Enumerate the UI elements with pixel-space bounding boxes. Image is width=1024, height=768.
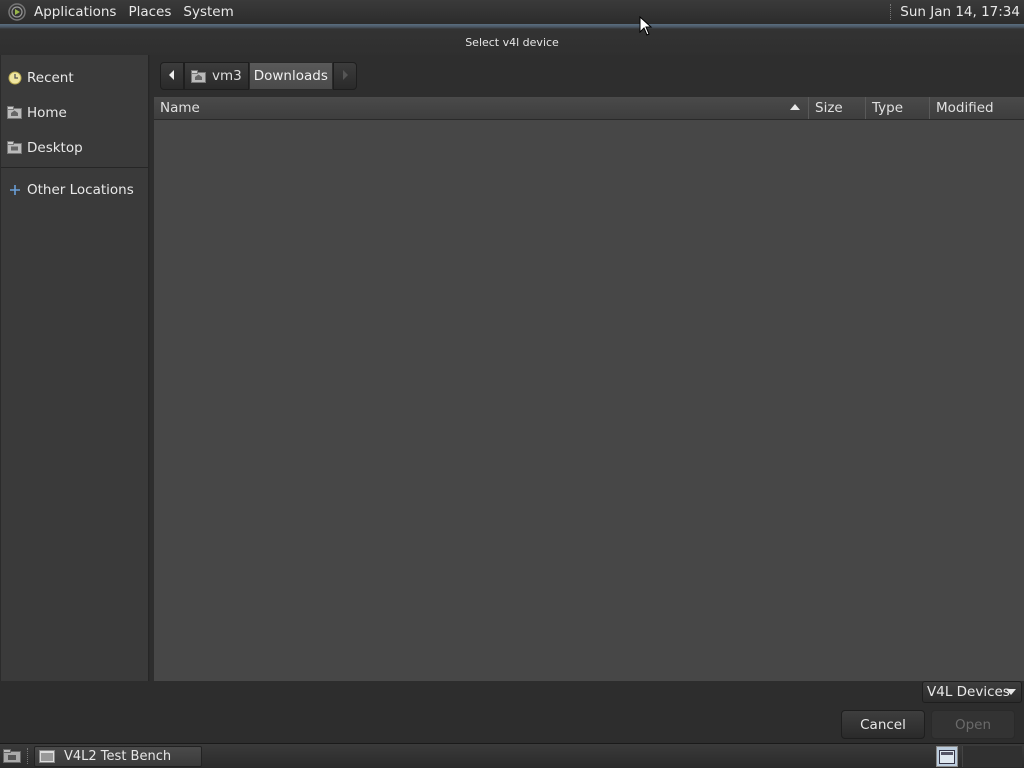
window-titlebar[interactable]: Select v4l device bbox=[0, 24, 1024, 55]
file-filter-label: V4L Devices bbox=[927, 684, 1010, 700]
path-forward-button[interactable] bbox=[332, 62, 357, 90]
chevron-left-icon bbox=[168, 68, 176, 84]
panel-separator bbox=[890, 4, 892, 20]
taskbar-separator bbox=[27, 748, 29, 764]
menu-system[interactable]: System bbox=[183, 4, 233, 20]
sidebar-item-desktop[interactable]: Desktop bbox=[1, 130, 148, 165]
top-panel: Applications Places System Sun Jan 14, 1… bbox=[0, 0, 1024, 24]
distro-logo-icon[interactable] bbox=[6, 1, 28, 23]
column-header-label: Modified bbox=[936, 100, 994, 116]
cancel-button[interactable]: Cancel bbox=[841, 710, 925, 739]
menu-places[interactable]: Places bbox=[128, 4, 171, 20]
bottom-taskbar: V4L2 Test Bench bbox=[0, 743, 1024, 768]
workspace-1-button[interactable] bbox=[936, 746, 958, 767]
path-home-label: vm3 bbox=[212, 68, 242, 84]
column-header-modified[interactable]: Modified bbox=[930, 97, 1024, 119]
path-current-button[interactable]: Downloads bbox=[248, 62, 333, 90]
sort-ascending-icon bbox=[790, 104, 800, 110]
window-title: Select v4l device bbox=[465, 36, 559, 49]
show-desktop-icon[interactable] bbox=[2, 747, 22, 765]
open-button-label: Open bbox=[954, 716, 992, 733]
file-chooser-main: vm3 Downloads Name Size Type Modified bbox=[150, 55, 1024, 681]
plus-icon bbox=[7, 182, 22, 197]
taskbar-window-label: V4L2 Test Bench bbox=[64, 749, 172, 764]
sidebar-item-label: Recent bbox=[27, 69, 74, 86]
menu-applications[interactable]: Applications bbox=[34, 4, 116, 20]
workspace-2-button[interactable] bbox=[962, 746, 1022, 767]
clock[interactable]: Sun Jan 14, 17:34 bbox=[900, 4, 1020, 20]
file-list-header: Name Size Type Modified bbox=[154, 97, 1024, 120]
sidebar-item-home[interactable]: Home bbox=[1, 95, 148, 130]
column-header-size[interactable]: Size bbox=[809, 97, 866, 119]
open-button[interactable]: Open bbox=[931, 710, 1015, 739]
home-folder-icon bbox=[191, 69, 206, 83]
window-icon bbox=[39, 750, 55, 763]
clock-icon bbox=[7, 70, 22, 85]
places-sidebar: Recent Home Desktop Other Locations bbox=[1, 55, 149, 681]
sidebar-item-recent[interactable]: Recent bbox=[1, 60, 148, 95]
desktop-folder-icon bbox=[7, 140, 22, 155]
column-header-label: Type bbox=[872, 100, 904, 116]
mouse-cursor-icon bbox=[639, 15, 653, 36]
file-filter-dropdown[interactable]: V4L Devices bbox=[922, 681, 1022, 703]
dialog-action-area: V4L Devices Cancel Open bbox=[0, 681, 1024, 743]
column-header-name[interactable]: Name bbox=[154, 97, 809, 119]
chevron-right-icon bbox=[341, 68, 349, 84]
cancel-button-label: Cancel bbox=[860, 716, 906, 733]
path-home-button[interactable]: vm3 bbox=[184, 62, 249, 90]
taskbar-window-button[interactable]: V4L2 Test Bench bbox=[34, 746, 202, 767]
column-header-type[interactable]: Type bbox=[866, 97, 930, 119]
path-current-label: Downloads bbox=[253, 68, 328, 84]
column-header-label: Name bbox=[160, 100, 200, 116]
column-header-label: Size bbox=[815, 100, 843, 116]
path-back-button[interactable] bbox=[160, 62, 184, 90]
sidebar-item-label: Other Locations bbox=[27, 181, 134, 198]
sidebar-separator bbox=[1, 167, 148, 168]
home-folder-icon bbox=[7, 105, 22, 120]
path-bar: vm3 Downloads bbox=[160, 62, 357, 90]
sidebar-item-label: Home bbox=[27, 104, 67, 121]
chevron-down-icon bbox=[1006, 689, 1016, 695]
sidebar-item-label: Desktop bbox=[27, 139, 83, 156]
sidebar-item-other-locations[interactable]: Other Locations bbox=[1, 172, 148, 207]
file-list[interactable]: Name Size Type Modified bbox=[154, 97, 1024, 681]
